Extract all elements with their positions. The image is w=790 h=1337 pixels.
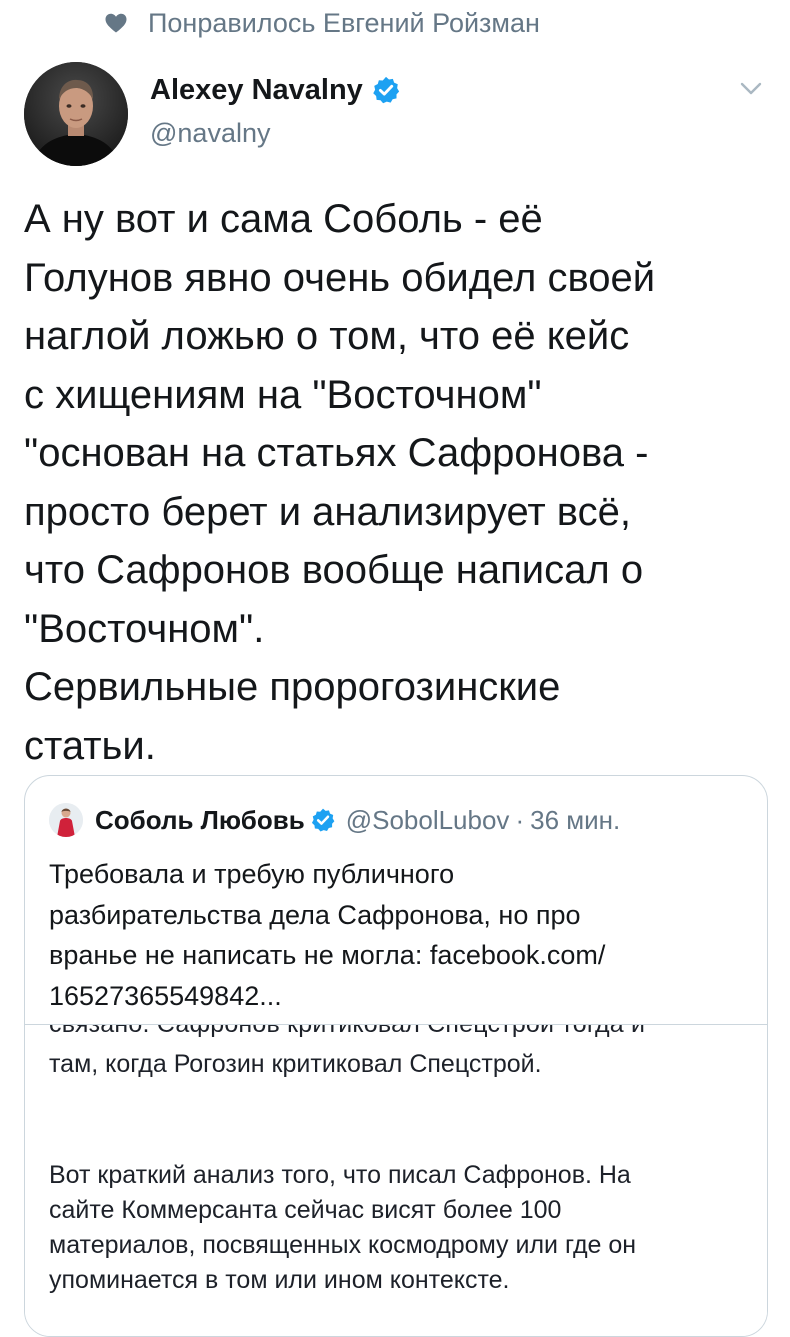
quoted-media-screenshot[interactable]: связано. Сафронов критиковал Спецстрой т… bbox=[25, 1024, 767, 1336]
tweet-text-line: Голунов явно очень обидел своей bbox=[24, 255, 656, 300]
quoted-tweet-timestamp[interactable]: 36 мин. bbox=[530, 805, 620, 836]
heart-icon bbox=[105, 13, 127, 33]
quoted-text-link[interactable]: 16527365549842... bbox=[49, 976, 749, 1017]
tweet-text-line: что Сафронов вообще написал о bbox=[24, 548, 644, 592]
media-text-line: сайте Коммерсанта сейчас висят более 100 bbox=[49, 1196, 562, 1224]
tweet-text-line: Сервильные пророгозинские bbox=[24, 665, 561, 709]
quoted-tweet-header: Соболь Любовь @SobolLubov · 36 мин. bbox=[49, 800, 620, 840]
verified-badge-icon bbox=[311, 808, 335, 832]
tweet-text-line: "Восточном". bbox=[24, 606, 265, 651]
tweet-text-line: статьи. bbox=[24, 723, 156, 768]
quoted-text-line: вранье не написать не могла: facebook.co… bbox=[49, 940, 606, 970]
media-text-line: упоминается в том или ином контексте. bbox=[49, 1266, 510, 1294]
tweet-text-line: с хищениям на "Восточном" bbox=[24, 372, 542, 417]
tweet-text-line: А ну вот и сама Соболь - её bbox=[24, 197, 543, 241]
media-text-line: там, когда Рогозин критиковал Спецстрой. bbox=[49, 1050, 542, 1078]
quoted-author-name[interactable]: Соболь Любовь bbox=[95, 805, 305, 836]
media-paragraph-2: Вот краткий анализ того, что писал Сафро… bbox=[49, 1158, 749, 1298]
chevron-down-icon[interactable] bbox=[740, 82, 762, 96]
quoted-text-line: Требовала и требую публичного bbox=[49, 859, 455, 889]
quoted-tweet-card[interactable]: Соболь Любовь @SobolLubov · 36 мин. Треб… bbox=[24, 775, 768, 1337]
media-paragraph-1: там, когда Рогозин критиковал Спецстрой. bbox=[49, 1047, 749, 1082]
media-text-line: материалов, посвященных космодрому или г… bbox=[49, 1231, 637, 1259]
author-block: Alexey Navalny @navalny bbox=[150, 70, 401, 149]
social-context-label[interactable]: Понравилось Евгений Ройзман bbox=[148, 8, 540, 39]
tweet-text-line: "основан на статьях Сафронова - bbox=[24, 431, 649, 475]
tweet-text-line: наглой ложью о том, что её кейс bbox=[24, 314, 630, 358]
verified-badge-icon bbox=[373, 76, 399, 104]
quoted-author-avatar[interactable] bbox=[49, 803, 83, 837]
author-name-row: Alexey Navalny bbox=[150, 70, 401, 110]
quoted-author-handle[interactable]: @SobolLubov bbox=[346, 805, 510, 836]
quoted-text-line: разбирательства дела Сафронова, но про bbox=[49, 899, 581, 930]
header-separator: · bbox=[515, 804, 525, 835]
tweet-text-line: просто берет и анализирует всё, bbox=[24, 489, 631, 534]
author-avatar[interactable] bbox=[24, 62, 128, 166]
tweet-text: А ну вот и сама Соболь - её Голунов явно… bbox=[24, 190, 764, 775]
quoted-tweet-text: Требовала и требую публичного разбирател… bbox=[49, 854, 749, 1016]
quoted-avatar-photo bbox=[49, 803, 83, 837]
author-name[interactable]: Alexey Navalny bbox=[150, 74, 363, 107]
author-handle[interactable]: @navalny bbox=[150, 118, 401, 149]
media-text-line: Вот краткий анализ того, что писал Сафро… bbox=[49, 1161, 631, 1189]
social-context: Понравилось Евгений Ройзман bbox=[104, 6, 540, 40]
avatar-photo bbox=[24, 62, 128, 166]
media-text-cut-line: связано. Сафронов критиковал Спецстрой т… bbox=[49, 1024, 646, 1038]
